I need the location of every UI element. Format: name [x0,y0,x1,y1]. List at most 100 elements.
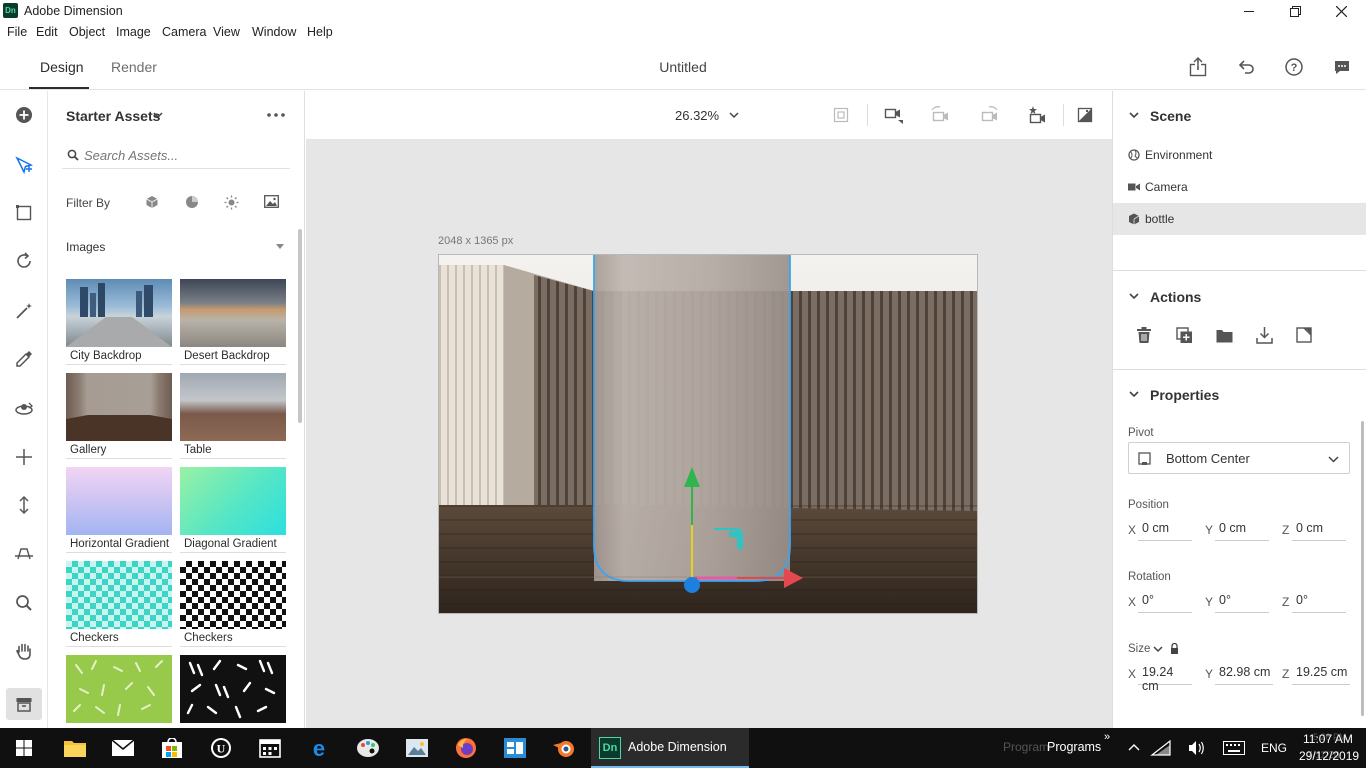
menu-window[interactable]: Window [252,25,296,39]
drop-to-ground-icon[interactable] [1256,327,1273,344]
select-rect-tool[interactable] [13,202,35,224]
asset-thumbnail-gallery[interactable] [66,373,172,441]
light-filter-icon[interactable] [224,195,239,210]
taskbar-screenshot-tool[interactable] [402,733,432,763]
pivot-select[interactable]: Bottom Center [1128,442,1350,474]
asset-thumbnail-desert-backdrop[interactable] [180,279,286,347]
scene-item-bottle[interactable]: bottle [1113,203,1366,235]
properties-scrollbar[interactable] [1361,421,1364,716]
asset-thumbnail-table[interactable] [180,373,286,441]
menu-image[interactable]: Image [116,25,151,39]
render-preview-icon[interactable] [1077,107,1093,123]
keyboard-icon[interactable] [1223,741,1245,755]
programs-toolbar-label[interactable]: Programs [1047,740,1101,754]
dolly-tool[interactable] [13,494,35,516]
asset-thumbnail-horizontal-gradient[interactable] [66,467,172,535]
size-label[interactable]: Size [1128,643,1150,655]
help-button[interactable]: ? [1283,56,1305,78]
clock-date[interactable]: 29/12/2019 [1299,749,1359,763]
assets-title[interactable]: Starter Assets [66,108,160,124]
language-indicator[interactable]: ENG [1261,741,1287,755]
frame-icon[interactable] [833,107,849,123]
camera-star-icon[interactable] [1027,106,1047,124]
menu-edit[interactable]: Edit [36,25,58,39]
menu-file[interactable]: File [7,25,27,39]
share-button[interactable] [1187,56,1209,78]
taskbar-app-blue[interactable] [500,733,530,763]
more-options-icon[interactable] [267,112,285,118]
scene-item-camera[interactable]: Camera [1113,171,1366,203]
size-x-field[interactable]: 19.24 cm [1138,665,1192,693]
material-filter-icon[interactable] [185,195,199,209]
images-section-title[interactable]: Images [66,240,105,254]
taskbar-edge[interactable]: e [304,733,334,763]
network-icon[interactable] [1150,740,1172,756]
image-filter-icon[interactable] [264,195,279,208]
actions-collapse-icon[interactable] [1129,293,1139,301]
zoom-level[interactable]: 26.32% [675,108,719,123]
chevron-up-icon[interactable] [1128,743,1140,751]
menu-object[interactable]: Object [69,25,105,39]
asset-thumbnail-diagonal-gradient[interactable] [180,467,286,535]
delete-icon[interactable] [1136,327,1152,344]
rotation-x-field[interactable]: 0° [1138,593,1192,613]
canvas-viewport[interactable]: 26.32% 2048 x 1365 px [306,91,1112,728]
asset-thumbnail-checkers-black[interactable] [180,561,286,629]
scene-item-environment[interactable]: Environment [1113,139,1366,171]
model-filter-icon[interactable] [145,195,159,209]
select-tool[interactable] [13,154,35,176]
rotate-tool[interactable] [13,250,35,272]
assets-scrollbar[interactable] [298,229,302,423]
position-y-field[interactable]: 0 cm [1215,521,1269,541]
double-chevron-icon[interactable]: » [1104,731,1110,743]
taskbar-mail[interactable] [108,733,138,763]
eyedropper-tool[interactable] [13,348,35,370]
menu-help[interactable]: Help [307,25,333,39]
taskbar-active-app[interactable]: Dn Adobe Dimension [591,728,749,768]
camera-bookmark-icon[interactable] [930,106,950,124]
feedback-button[interactable] [1331,56,1353,78]
size-y-field[interactable]: 82.98 cm [1215,665,1273,685]
menu-view[interactable]: View [213,25,240,39]
search-input[interactable] [84,145,284,165]
close-button[interactable] [1318,0,1364,22]
size-chevron-down-icon[interactable] [1153,646,1163,653]
properties-collapse-icon[interactable] [1129,391,1139,399]
library-button[interactable] [6,688,42,720]
start-button[interactable] [9,733,39,763]
group-icon[interactable] [1216,328,1233,343]
duplicate-icon[interactable] [1176,327,1193,344]
properties-title[interactable]: Properties [1150,387,1219,403]
asset-thumbnail-checkers-teal[interactable] [66,561,172,629]
move-camera-icon[interactable] [884,106,904,124]
search-box[interactable] [62,143,290,169]
menu-camera[interactable]: Camera [162,25,206,39]
add-button[interactable] [13,104,35,126]
scene-canvas[interactable] [438,254,978,614]
rotation-z-field[interactable]: 0° [1292,593,1346,613]
taskbar-unreal[interactable]: U [206,733,236,763]
horizon-tool[interactable] [13,542,35,564]
actions-title[interactable]: Actions [1150,289,1201,305]
asset-thumbnail-black-pattern[interactable] [180,655,286,723]
minimize-button[interactable] [1226,0,1272,22]
undo-button[interactable] [1235,56,1257,78]
magic-wand-tool[interactable] [13,300,35,322]
hand-tool[interactable] [13,640,35,662]
rotation-y-field[interactable]: 0° [1215,593,1269,613]
chevron-down-icon[interactable] [153,112,163,120]
scene-collapse-icon[interactable] [1129,112,1139,120]
align-icon[interactable] [1296,327,1312,343]
camera-view-icon[interactable] [979,106,999,124]
taskbar-file-explorer[interactable] [60,733,90,763]
zoom-tool[interactable] [13,592,35,614]
zoom-chevron-down-icon[interactable] [729,112,739,119]
position-x-field[interactable]: 0 cm [1138,521,1192,541]
orbit-tool[interactable] [13,398,35,420]
taskbar-blender[interactable] [549,733,579,763]
pan-camera-tool[interactable] [13,446,35,468]
asset-thumbnail-green-pattern[interactable] [66,655,172,723]
caret-down-icon[interactable] [276,244,284,249]
taskbar-firefox[interactable] [451,733,481,763]
size-z-field[interactable]: 19.25 cm [1292,665,1350,685]
